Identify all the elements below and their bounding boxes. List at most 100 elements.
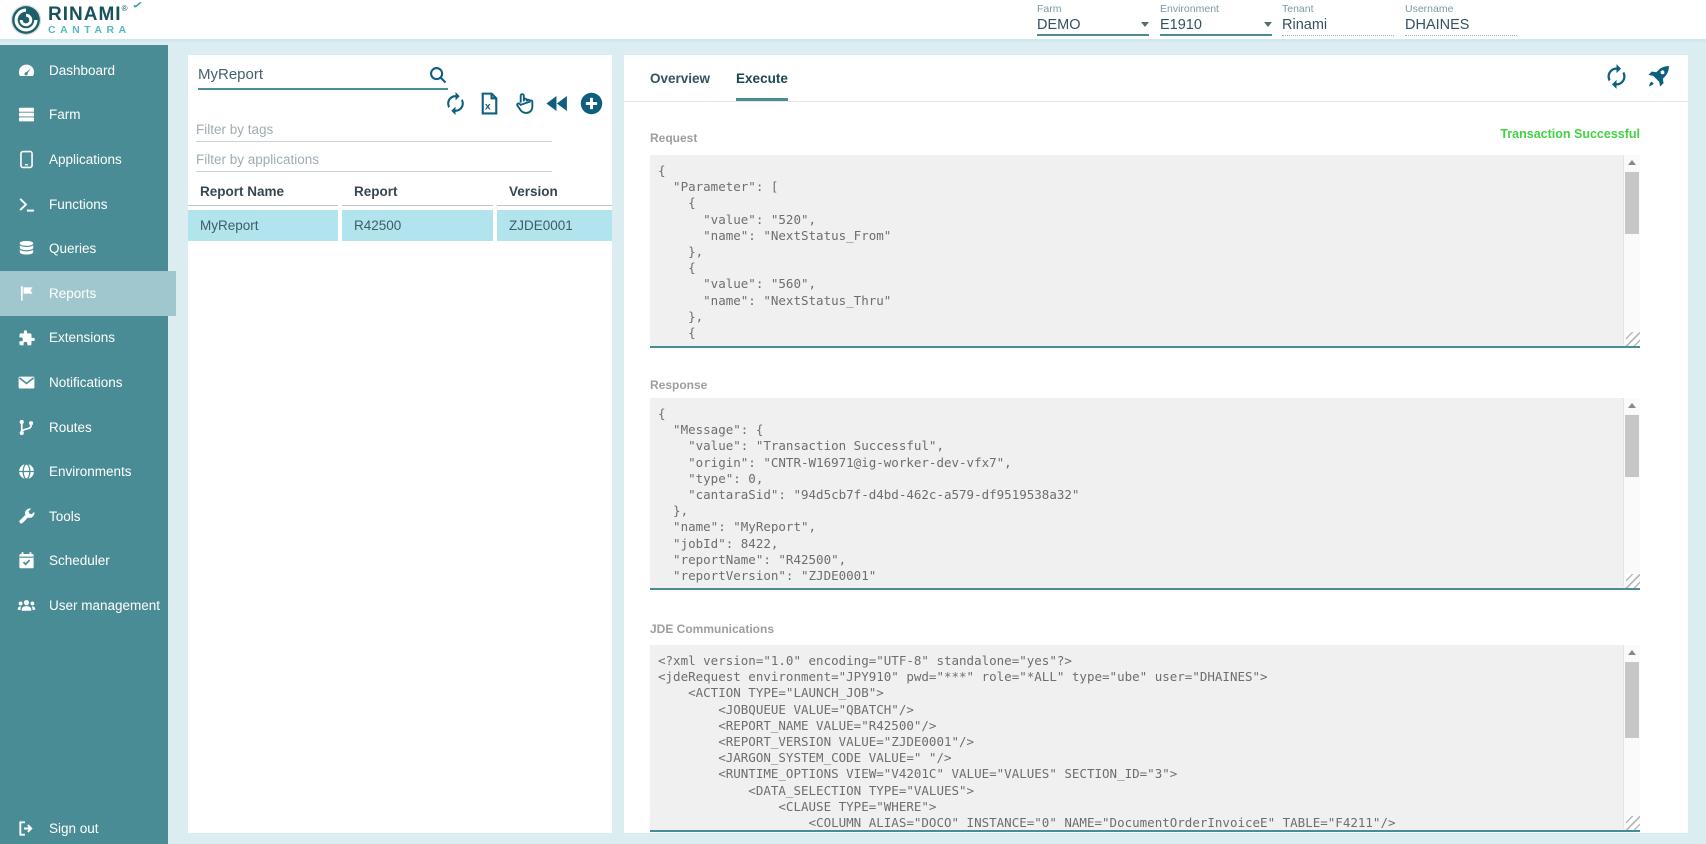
tenant-label: Tenant [1282,3,1394,15]
scrollbar-thumb[interactable] [1625,662,1639,738]
response-textarea[interactable]: { "Message": { "value": "Transaction Suc… [650,398,1640,590]
sidebar-item-user-management[interactable]: User management [0,583,168,628]
request-label: Request [650,131,697,145]
request-scrollbar[interactable] [1623,155,1640,344]
farm-select[interactable]: Farm DEMO [1037,3,1149,36]
response-json: { "Message": { "value": "Transaction Suc… [650,398,1623,586]
response-scrollbar[interactable] [1623,398,1640,586]
flag-icon [17,284,36,303]
sidebar-item-scheduler[interactable]: Scheduler [0,539,168,584]
sidebar-item-reports[interactable]: Reports [0,271,176,316]
sidebar-item-routes[interactable]: Routes [0,405,168,450]
puzzle-icon [17,328,36,347]
request-json: { "Parameter": [ { "value": "520", "name… [650,155,1623,344]
registered-mark: ® [122,4,128,13]
scrollbar-thumb[interactable] [1625,172,1639,234]
cell-version: ZJDE0001 [497,210,612,241]
launch-rocket-icon [1645,63,1672,90]
environment-select[interactable]: Environment E1910 [1160,3,1272,36]
server-icon [17,105,36,124]
app-root: { "colors": { "brand_teal": "#4A8C95", "… [0,0,1706,844]
cell-report-name: MyReport [188,210,338,241]
calendar-check-icon [17,551,36,570]
brand-logo: RINAMI® ✓ CANTARA [10,4,131,36]
jde-scrollbar[interactable] [1623,645,1640,828]
table-row-selected[interactable]: MyReport R42500 ZJDE0001 [188,210,612,241]
search-icon[interactable] [428,65,448,85]
detail-tabs: Overview Execute [624,55,1688,102]
table-header-row: Report Name Report Version [188,177,612,206]
chevron-down-icon [1264,22,1272,27]
reports-table: Report Name Report Version MyReport R425… [188,177,612,241]
brand-subtitle: CANTARA [48,25,131,36]
terminal-icon [17,195,36,214]
scroll-up-icon[interactable] [1624,155,1640,170]
environment-value: E1910 [1160,17,1202,33]
cell-report: R42500 [342,210,493,241]
username-label: Username [1405,3,1517,15]
response-label: Response [650,378,707,392]
jde-xml: <?xml version="1.0" encoding="UTF-8" sta… [650,645,1623,828]
transaction-status-badge: Transaction Successful [1500,127,1640,141]
scroll-up-icon[interactable] [1624,645,1640,660]
report-detail-panel: Overview Execute Request Transaction Suc… [624,55,1688,833]
sidebar-item-notifications[interactable]: Notifications [0,360,168,405]
wrench-icon [17,507,36,526]
jde-communications-textarea[interactable]: <?xml version="1.0" encoding="UTF-8" sta… [650,645,1640,832]
filter-tags-input[interactable] [196,122,552,137]
report-search-field [198,61,448,90]
sidebar-nav: Dashboard Farm Applications Functions Qu… [0,45,168,844]
tenant-value: Rinami [1282,17,1327,33]
resize-grip-icon[interactable] [1626,816,1640,830]
scroll-up-icon[interactable] [1624,398,1640,413]
environment-label: Environment [1160,3,1272,15]
database-icon [17,239,36,258]
sidebar-item-tools[interactable]: Tools [0,494,168,539]
column-header-version: Version [497,177,612,206]
brand-title: RINAMI [48,4,122,25]
reports-list-panel: Report Name Report Version MyReport R425… [188,55,612,833]
branch-icon [17,418,36,437]
launch-report-button[interactable] [1645,63,1672,90]
farm-value: DEMO [1037,17,1081,33]
chevron-down-icon [1141,22,1149,27]
tablet-icon [17,150,36,169]
column-header-report-name: Report Name [188,177,338,206]
tab-overview[interactable]: Overview [650,55,710,101]
username-value: DHAINES [1405,17,1469,33]
refresh-execution-button[interactable] [1603,63,1630,90]
execute-actions [1603,63,1672,90]
filter-applications-input[interactable] [196,152,552,167]
sidebar-item-queries[interactable]: Queries [0,226,168,271]
tab-execute[interactable]: Execute [736,55,788,101]
add-report-button[interactable] [579,91,604,116]
sidebar-item-environments[interactable]: Environments [0,449,168,494]
request-textarea[interactable]: { "Parameter": [ { "value": "520", "name… [650,155,1640,348]
report-search-input[interactable] [198,66,428,83]
sidebar-item-farm[interactable]: Farm [0,93,168,138]
sidebar-item-functions[interactable]: Functions [0,182,168,227]
filter-by-applications-field [196,142,552,172]
scrollbar-thumb[interactable] [1625,415,1639,477]
sidebar-item-extensions[interactable]: Extensions [0,316,168,361]
tenant-field: Tenant Rinami [1282,3,1394,36]
top-header: RINAMI® ✓ CANTARA Farm DEMO Environment … [0,0,1706,42]
envelope-icon [17,373,36,392]
brand-check-icon: ✓ [132,1,144,10]
farm-label: Farm [1037,3,1149,15]
filter-by-tags-field [196,111,552,142]
rinami-swirl-icon [10,4,42,36]
sign-out-icon [17,819,36,838]
sidebar-item-dashboard[interactable]: Dashboard [0,48,168,93]
sidebar-item-applications[interactable]: Applications [0,137,168,182]
dashboard-icon [17,61,36,80]
sign-out-button[interactable]: Sign out [0,812,168,844]
resize-grip-icon[interactable] [1626,332,1640,346]
users-icon [17,596,36,615]
globe-icon [17,462,36,481]
resize-grip-icon[interactable] [1626,574,1640,588]
refresh-icon [1603,63,1630,90]
jde-communications-label: JDE Communications [650,622,774,636]
add-circle-icon [579,91,604,116]
username-field: Username DHAINES [1405,3,1517,36]
